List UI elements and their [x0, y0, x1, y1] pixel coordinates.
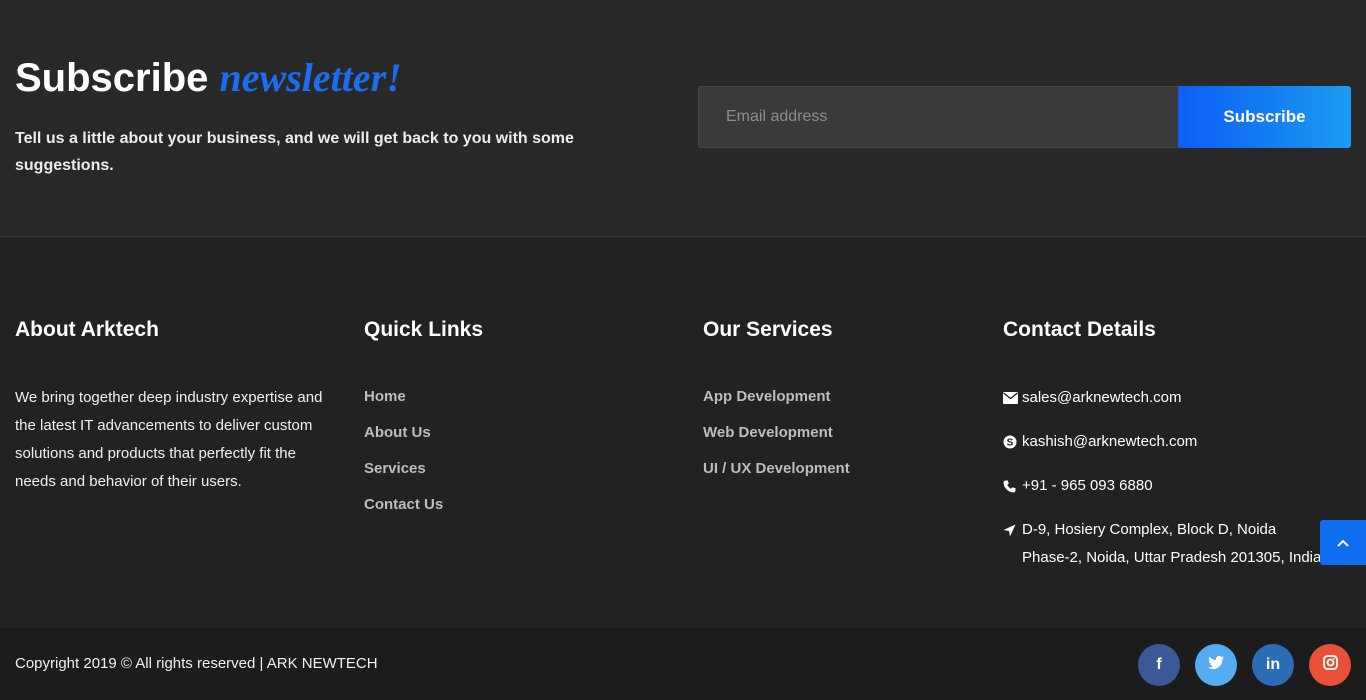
list-item: Services [364, 456, 443, 492]
link-ui-ux-development[interactable]: UI / UX Development [703, 460, 850, 477]
link-contact-us[interactable]: Contact Us [364, 496, 443, 513]
contact-skype-row: S kashish@arknewtech.com [1003, 428, 1323, 456]
newsletter-section: Subscribe newsletter! Tell us a little a… [0, 0, 1366, 237]
contact-email-link[interactable]: sales@arknewtech.com [1022, 384, 1181, 412]
email-input[interactable] [698, 86, 1178, 148]
link-services[interactable]: Services [364, 460, 426, 477]
services-title: Our Services [703, 318, 833, 341]
contact-email-row: sales@arknewtech.com [1003, 384, 1323, 412]
instagram-icon [1322, 655, 1338, 675]
skype-icon: S [1003, 428, 1019, 456]
contact-address: D-9, Hosiery Complex, Block D, Noida Pha… [1022, 521, 1322, 566]
about-title: About Arktech [15, 318, 159, 341]
subscribe-button[interactable]: Subscribe [1178, 86, 1351, 148]
link-web-development[interactable]: Web Development [703, 424, 833, 441]
link-app-development[interactable]: App Development [703, 388, 831, 405]
list-item: About Us [364, 420, 443, 456]
contact-skype: kashish@arknewtech.com [1022, 433, 1198, 450]
chevron-up-icon [1337, 534, 1349, 552]
instagram-button[interactable] [1309, 644, 1351, 686]
newsletter-title-accent: newsletter! [219, 55, 402, 100]
quick-links-list: Home About Us Services Contact Us [364, 384, 443, 528]
copyright-text: Copyright 2019 © All rights reserved | A… [15, 655, 378, 672]
contact-address-row: D-9, Hosiery Complex, Block D, Noida Pha… [1003, 516, 1323, 572]
services-list: App Development Web Development UI / UX … [703, 384, 850, 492]
facebook-icon: f [1156, 656, 1162, 673]
newsletter-title-main: Subscribe [15, 56, 209, 100]
contact-title: Contact Details [1003, 318, 1156, 341]
twitter-icon [1208, 656, 1224, 674]
bottom-bar: Copyright 2019 © All rights reserved | A… [0, 628, 1366, 700]
list-item: UI / UX Development [703, 456, 850, 492]
newsletter-title: Subscribe newsletter! [15, 54, 402, 101]
envelope-icon [1003, 384, 1019, 412]
back-to-top-button[interactable] [1320, 520, 1366, 565]
contact-phone: +91 - 965 093 6880 [1022, 477, 1153, 494]
about-text: We bring together deep industry expertis… [15, 389, 323, 490]
link-about-us[interactable]: About Us [364, 424, 431, 441]
facebook-button[interactable]: f [1138, 644, 1180, 686]
contact-phone-row: +91 - 965 093 6880 [1003, 472, 1323, 500]
list-item: Contact Us [364, 492, 443, 528]
quick-links-title: Quick Links [364, 318, 484, 341]
svg-text:S: S [1007, 438, 1014, 449]
twitter-button[interactable] [1195, 644, 1237, 686]
newsletter-form: Subscribe [698, 86, 1351, 148]
phone-icon [1003, 472, 1019, 500]
list-item: Home [364, 384, 443, 420]
contact-details: sales@arknewtech.com S kashish@arknewtec… [1003, 384, 1323, 588]
link-home[interactable]: Home [364, 388, 406, 405]
linkedin-button[interactable]: in [1252, 644, 1294, 686]
list-item: Web Development [703, 420, 850, 456]
linkedin-icon: in [1265, 656, 1281, 673]
list-item: App Development [703, 384, 850, 420]
location-arrow-icon [1003, 516, 1019, 544]
newsletter-description: Tell us a little about your business, an… [15, 130, 574, 174]
